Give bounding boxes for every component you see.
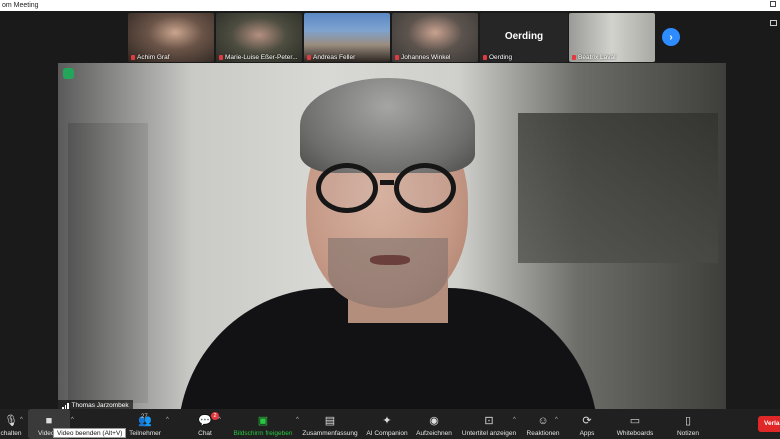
mic-muted-icon bbox=[131, 55, 135, 60]
participant-name: Achim Graf bbox=[131, 54, 170, 61]
apps-icon: ⟳ bbox=[582, 415, 592, 427]
participant-count: 27 bbox=[141, 414, 148, 420]
next-page-button[interactable]: › bbox=[662, 28, 680, 46]
mic-muted-icon bbox=[307, 55, 311, 60]
participant-tile-beatrix[interactable]: Beatrix Laval bbox=[569, 13, 655, 62]
speaker-mouth bbox=[370, 255, 410, 265]
notes-icon: ▯ bbox=[684, 415, 692, 427]
record-icon: ◉ bbox=[429, 415, 439, 427]
whiteboards-button[interactable]: ▭ Whiteboards bbox=[613, 409, 657, 439]
participant-tile-johannes[interactable]: Johannes Winkel bbox=[392, 13, 478, 62]
ai-companion-button[interactable]: ✦ AI Companion bbox=[364, 409, 410, 439]
participant-name: Beatrix Laval bbox=[572, 54, 616, 61]
participants-button[interactable]: 👥 27 Teilnehmer bbox=[126, 409, 164, 439]
participant-display-name: Oerding bbox=[504, 31, 544, 42]
summary-button[interactable]: ▤ Zusammenfassung bbox=[302, 409, 358, 439]
participant-name: Oerding bbox=[483, 54, 512, 61]
encryption-shield-icon[interactable] bbox=[63, 68, 74, 79]
speaker-hair bbox=[300, 78, 475, 173]
background-blur bbox=[68, 123, 148, 403]
mic-muted-icon bbox=[483, 55, 487, 60]
captions-button[interactable]: ⊡ Untertitel anzeigen bbox=[460, 409, 518, 439]
meeting-stage: Achim Graf Marie-Luise Eßer-Peter... And… bbox=[0, 11, 780, 411]
mic-muted-icon bbox=[572, 55, 576, 60]
glasses-bridge bbox=[380, 180, 394, 185]
participant-tile-andreas[interactable]: Andreas Feller bbox=[304, 13, 390, 62]
leave-button[interactable]: Verla bbox=[758, 416, 780, 432]
participant-name: Marie-Luise Eßer-Peter... bbox=[219, 54, 298, 61]
glasses-left-lens bbox=[316, 163, 378, 213]
mute-button[interactable]: 🎙 chalten bbox=[0, 409, 22, 439]
chevron-right-icon: › bbox=[669, 31, 673, 43]
chevron-up-icon[interactable]: ^ bbox=[296, 417, 299, 423]
chevron-up-icon[interactable]: ^ bbox=[513, 417, 516, 423]
share-screen-icon: ▣ bbox=[257, 415, 269, 427]
share-screen-button[interactable]: ▣ Bildschirm freigeben bbox=[230, 409, 296, 439]
signal-strength-icon bbox=[62, 402, 69, 409]
video-icon: ■ bbox=[45, 415, 53, 427]
sparkle-icon: ✦ bbox=[382, 415, 392, 427]
maximize-icon[interactable] bbox=[770, 1, 776, 7]
chevron-up-icon[interactable]: ^ bbox=[218, 417, 221, 423]
chevron-up-icon[interactable]: ^ bbox=[20, 417, 23, 423]
glasses-right-lens bbox=[394, 163, 456, 213]
chat-button[interactable]: 💬 2 Chat bbox=[194, 409, 219, 439]
whiteboard-icon: ▭ bbox=[629, 415, 641, 427]
chevron-up-icon[interactable]: ^ bbox=[71, 417, 74, 423]
window-title: om Meeting bbox=[2, 2, 39, 9]
reactions-icon: ☺ bbox=[537, 415, 549, 427]
record-button[interactable]: ◉ Aufzeichnen bbox=[415, 409, 453, 439]
window-titlebar: om Meeting bbox=[0, 0, 780, 11]
participant-tile-marie-luise[interactable]: Marie-Luise Eßer-Peter... bbox=[216, 13, 302, 62]
participant-name: Andreas Feller bbox=[307, 54, 355, 61]
notes-button[interactable]: ▯ Notizen bbox=[672, 409, 704, 439]
participant-tile-achim[interactable]: Achim Graf bbox=[128, 13, 214, 62]
participant-name: Johannes Winkel bbox=[395, 54, 451, 61]
apps-button[interactable]: ⟳ Apps bbox=[574, 409, 600, 439]
speaker-beard bbox=[328, 238, 448, 308]
captions-icon: ⊡ bbox=[484, 415, 494, 427]
chat-icon: 💬 bbox=[198, 415, 212, 427]
chevron-up-icon[interactable]: ^ bbox=[555, 417, 558, 423]
chevron-up-icon[interactable]: ^ bbox=[166, 417, 169, 423]
mic-muted-icon bbox=[219, 55, 223, 60]
summary-icon: ▤ bbox=[324, 415, 336, 427]
active-speaker-video[interactable]: Thomas Jarzombek bbox=[58, 63, 726, 411]
mic-icon: 🎙 bbox=[4, 415, 18, 427]
view-layout-icon[interactable] bbox=[770, 20, 777, 26]
reactions-button[interactable]: ☺ Reaktionen bbox=[525, 409, 561, 439]
participant-tile-oerding[interactable]: Oerding Oerding bbox=[480, 13, 568, 62]
background-shelf bbox=[518, 113, 718, 263]
mic-muted-icon bbox=[395, 55, 399, 60]
video-tooltip: Video beenden (Alt+V) bbox=[53, 428, 127, 438]
